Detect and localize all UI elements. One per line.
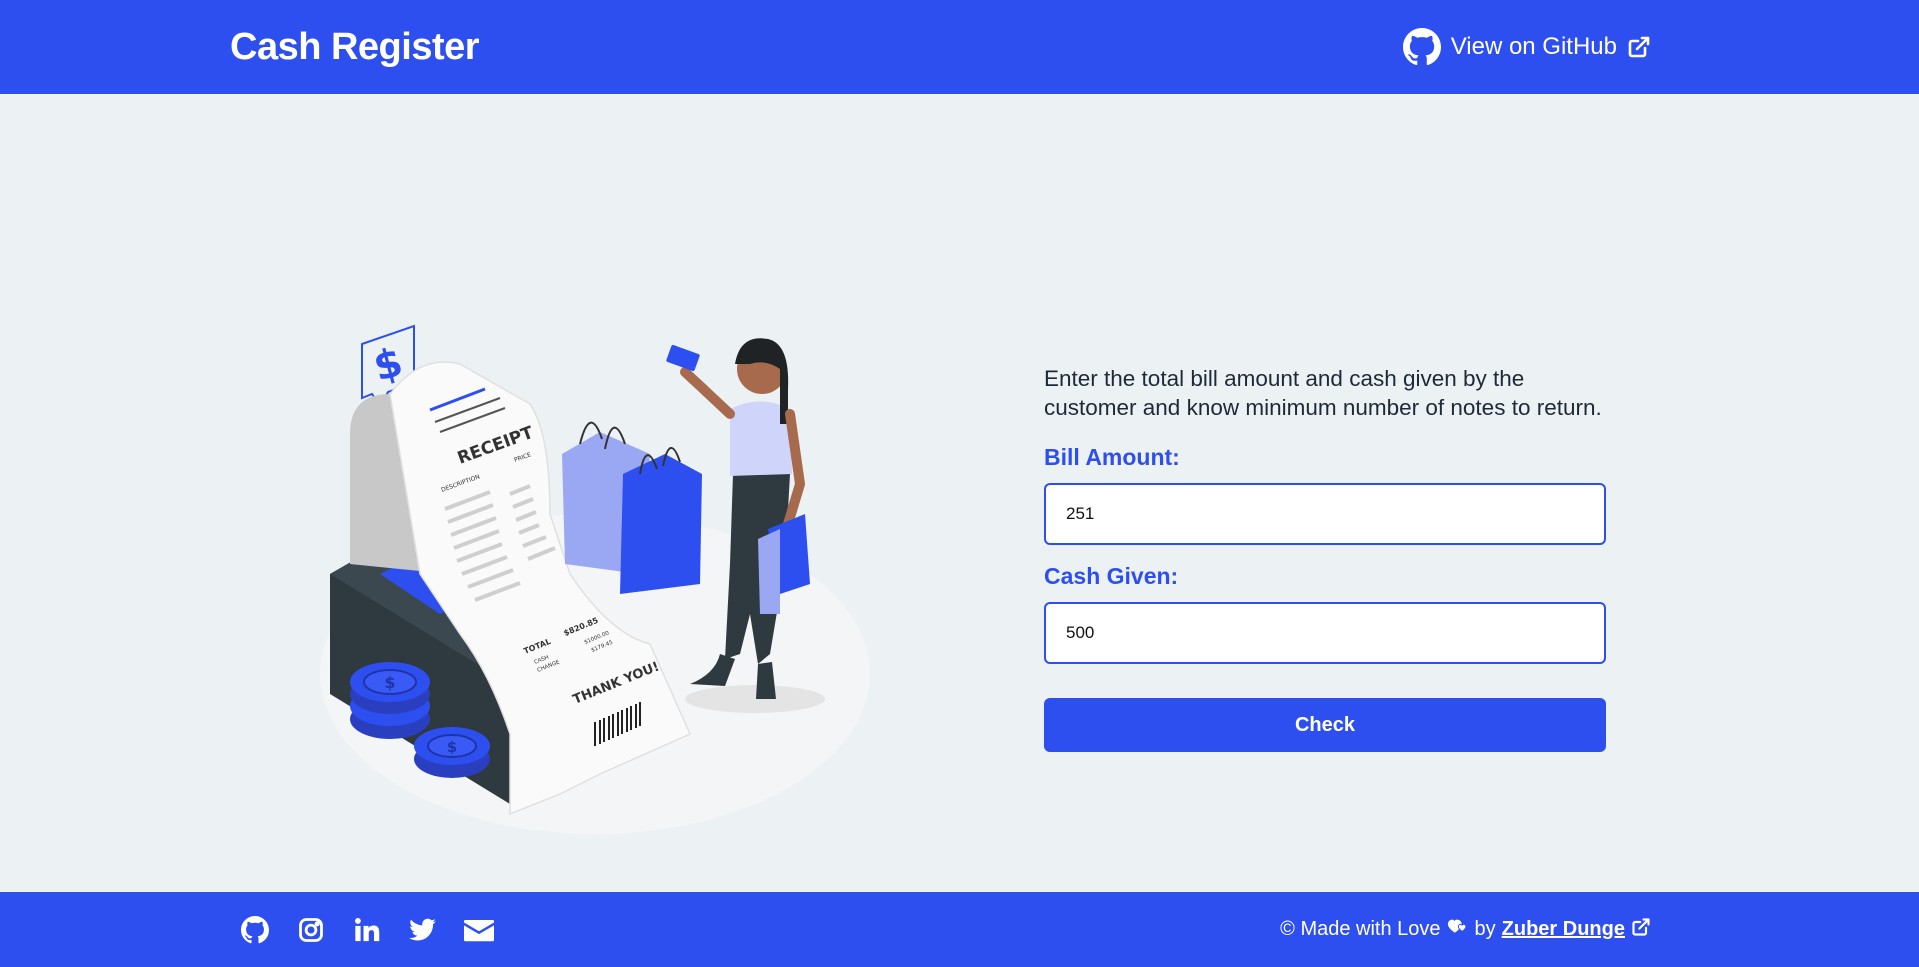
made-with-love-text: © Made with Love: [1280, 918, 1441, 940]
intro-text: Enter the total bill amount and cash giv…: [1044, 366, 1602, 420]
footer-credit: © Made with Love by Zuber Dunge: [1280, 917, 1651, 943]
hearts-icon: [1447, 917, 1469, 943]
cash-given-input[interactable]: [1044, 602, 1606, 664]
view-on-github-link[interactable]: View on GitHub: [1402, 28, 1651, 66]
bill-amount-input[interactable]: [1044, 483, 1606, 545]
cash-given-label: Cash Given:: [1044, 563, 1179, 589]
cash-register-illustration: $ RECEIPT DESCRIPTION PRICE TOTAL $820.8…: [310, 314, 890, 844]
github-icon: [1402, 28, 1441, 66]
mail-icon[interactable]: [464, 915, 494, 945]
svg-text:$: $: [447, 738, 457, 756]
bill-amount-label: Bill Amount:: [1044, 444, 1180, 470]
author-link[interactable]: Zuber Dunge: [1502, 917, 1651, 943]
top-navbar: Cash Register View on GitHub: [0, 0, 1919, 94]
check-button[interactable]: Check: [1044, 698, 1606, 752]
cash-form: Enter the total bill amount and cash giv…: [1044, 364, 1606, 752]
social-links: [240, 915, 494, 945]
external-link-icon: [1631, 917, 1651, 943]
main-content: $ RECEIPT DESCRIPTION PRICE TOTAL $820.8…: [0, 94, 1919, 892]
by-text: by: [1474, 918, 1496, 940]
app-title: Cash Register: [230, 25, 480, 68]
external-link-icon: [1627, 35, 1651, 59]
author-name: Zuber Dunge: [1501, 918, 1625, 940]
linkedin-icon[interactable]: [352, 915, 382, 945]
github-link-label: View on GitHub: [1450, 33, 1617, 60]
github-icon[interactable]: [240, 915, 270, 945]
svg-text:$: $: [384, 673, 395, 692]
footer: © Made with Love by Zuber Dunge: [0, 892, 1919, 967]
instagram-icon[interactable]: [296, 915, 326, 945]
twitter-icon[interactable]: [408, 915, 438, 945]
